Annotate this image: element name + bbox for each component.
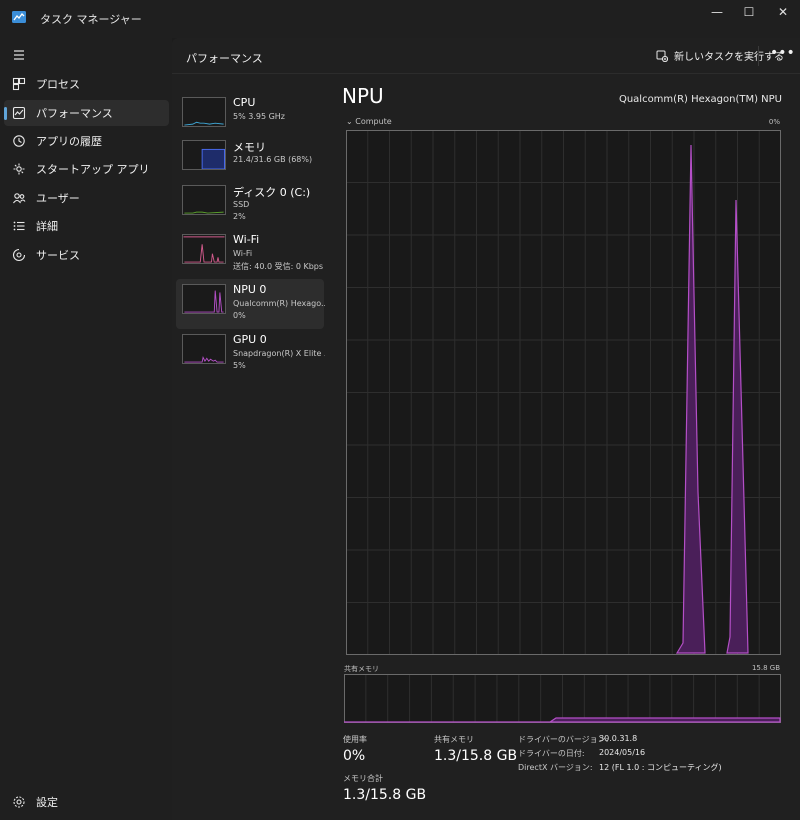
shared-memory-stat-value: 1.3/15.8 GB <box>434 748 518 764</box>
shared-memory-chart <box>344 674 781 723</box>
device-thumbnail-graph <box>182 185 226 215</box>
device-usage: 5% <box>233 361 246 370</box>
sidebar-item-label: ユーザー <box>36 192 80 205</box>
detail-title: NPU <box>342 84 384 108</box>
sidebar-item-details[interactable]: 詳細 <box>4 213 169 239</box>
users-icon <box>13 193 26 204</box>
gear-icon <box>13 796 25 808</box>
services-icon <box>12 248 26 262</box>
sidebar-item-services[interactable]: サービス <box>4 242 169 268</box>
device-usage: 送信: 40.0 受信: 0 Kbps <box>233 262 324 271</box>
sidebar-item-label: アプリの履歴 <box>36 135 102 148</box>
active-indicator <box>4 107 7 120</box>
more-options-button[interactable]: ••• <box>770 46 795 66</box>
sidebar-item-app-history[interactable]: アプリの履歴 <box>4 128 169 154</box>
shared-memory-max-label: 15.8 GB <box>751 664 780 672</box>
maximize-button[interactable]: ☐ <box>732 0 766 24</box>
driver-version-label: ドライバーのバージョン: <box>518 735 609 744</box>
driver-date-value: 2024/05/16 <box>599 748 646 757</box>
device-name: メモリ <box>233 141 266 154</box>
hamburger-icon <box>14 50 24 60</box>
device-name: NPU 0 <box>233 283 267 296</box>
minimize-button[interactable]: — <box>700 0 734 24</box>
grid-icon <box>12 77 26 91</box>
run-new-task-button[interactable]: 新しいタスクを実行する <box>656 48 784 63</box>
sidebar-item-startup-apps[interactable]: スタートアップ アプリ <box>4 156 169 182</box>
device-item-[interactable]: メモリ 21.4/31.6 GB (68%) <box>176 135 324 185</box>
sidebar-item-label: スタートアップ アプリ <box>36 163 150 176</box>
total-memory-value: 1.3/15.8 GB <box>343 787 427 803</box>
compute-label: Compute <box>355 117 392 126</box>
minimize-icon: — <box>711 5 723 19</box>
device-name: CPU <box>233 96 256 109</box>
sidebar-item-processes[interactable]: プロセス <box>4 71 169 97</box>
device-item-wi-fi[interactable]: Wi-Fi Wi-Fi 送信: 40.0 受信: 0 Kbps <box>176 229 324 279</box>
sidebar-item-label: 設定 <box>36 796 58 809</box>
device-model: Qualcomm(R) Hexagon(TM) NPU <box>618 94 782 105</box>
title-bar: タスク マネージャー — ☐ ✕ <box>0 0 800 38</box>
driver-version-value: 30.0.31.8 <box>599 734 638 743</box>
performance-icon <box>12 106 26 120</box>
total-memory-label: メモリ合計 <box>343 774 383 783</box>
device-thumbnail-graph <box>182 97 226 127</box>
compute-usage-chart <box>346 130 781 655</box>
window-title: タスク マネージャー <box>40 13 142 26</box>
device-thumbnail-graph <box>182 234 226 264</box>
directx-version-label: DirectX バージョン: <box>518 763 593 772</box>
directx-version-value: 12 (FL 1.0 : コンピューティング) <box>599 763 722 772</box>
usage-label: 使用率 <box>343 735 367 744</box>
sidebar-item-performance[interactable]: パフォーマンス <box>4 100 169 126</box>
device-item-npu-0[interactable]: NPU 0 Qualcomm(R) Hexago... 0% <box>176 279 325 329</box>
usage-value: 0% <box>343 748 366 764</box>
main-panel: パフォーマンス 新しいタスクを実行する ••• CPU 5% 3.95 GHz メモ… <box>172 38 800 820</box>
device-thumbnail-graph <box>182 140 226 170</box>
sidebar-item-users[interactable]: ユーザー <box>4 185 169 211</box>
run-task-label: 新しいタスクを実行する <box>674 52 784 63</box>
device-subtitle: 21.4/31.6 GB (68%) <box>233 155 313 164</box>
device-usage: 2% <box>233 212 246 221</box>
close-icon: ✕ <box>777 5 789 19</box>
run-task-icon <box>656 50 668 62</box>
close-button[interactable]: ✕ <box>766 0 800 24</box>
device-item-gpu-0[interactable]: GPU 0 Snapdragon(R) X Elite ... 5% <box>176 329 325 379</box>
device-subtitle: Qualcomm(R) Hexago... <box>233 299 325 308</box>
sidebar-item-label: プロセス <box>36 78 80 91</box>
list-icon <box>13 221 25 231</box>
device-subtitle: 5% 3.95 GHz <box>233 112 286 121</box>
compute-engine-selector[interactable]: ⌄ Compute <box>346 117 392 126</box>
sidebar-item-settings[interactable]: 設定 <box>4 789 169 815</box>
sidebar: プロセス パフォーマンス アプリの履歴 スタートアップ アプリ ユーザー 詳細 … <box>0 38 172 820</box>
device-item-0-c[interactable]: ディスク 0 (C:) SSD 2% <box>176 180 324 230</box>
history-icon <box>13 135 25 147</box>
compute-max-label: 0% <box>768 118 780 126</box>
device-subtitle: Snapdragon(R) X Elite ... <box>233 349 325 358</box>
device-subtitle: SSD <box>233 200 250 209</box>
page-title: パフォーマンス <box>186 52 263 65</box>
device-subtitle: Wi-Fi <box>233 249 253 258</box>
device-name: Wi-Fi <box>233 233 260 246</box>
task-manager-app-icon <box>12 11 26 23</box>
device-name: ディスク 0 (C:) <box>233 186 311 199</box>
device-thumbnail-graph <box>182 284 226 314</box>
driver-date-label: ドライバーの日付: <box>518 749 585 758</box>
device-name: GPU 0 <box>233 333 267 346</box>
hamburger-menu-button[interactable] <box>4 42 169 68</box>
sidebar-item-label: パフォーマンス <box>36 107 113 120</box>
startup-icon <box>13 163 25 175</box>
sidebar-item-label: 詳細 <box>36 220 58 233</box>
shared-memory-label: 共有メモリ <box>344 665 379 673</box>
chevron-down-icon: ⌄ <box>346 117 353 126</box>
header-divider-line <box>172 73 800 74</box>
header-divider <box>758 46 759 66</box>
shared-memory-stat-label: 共有メモリ <box>434 735 474 744</box>
sidebar-item-label: サービス <box>36 249 80 262</box>
more-icon: ••• <box>770 45 795 61</box>
maximize-icon: ☐ <box>743 5 755 19</box>
device-thumbnail-graph <box>182 334 226 364</box>
device-usage: 0% <box>233 311 246 320</box>
